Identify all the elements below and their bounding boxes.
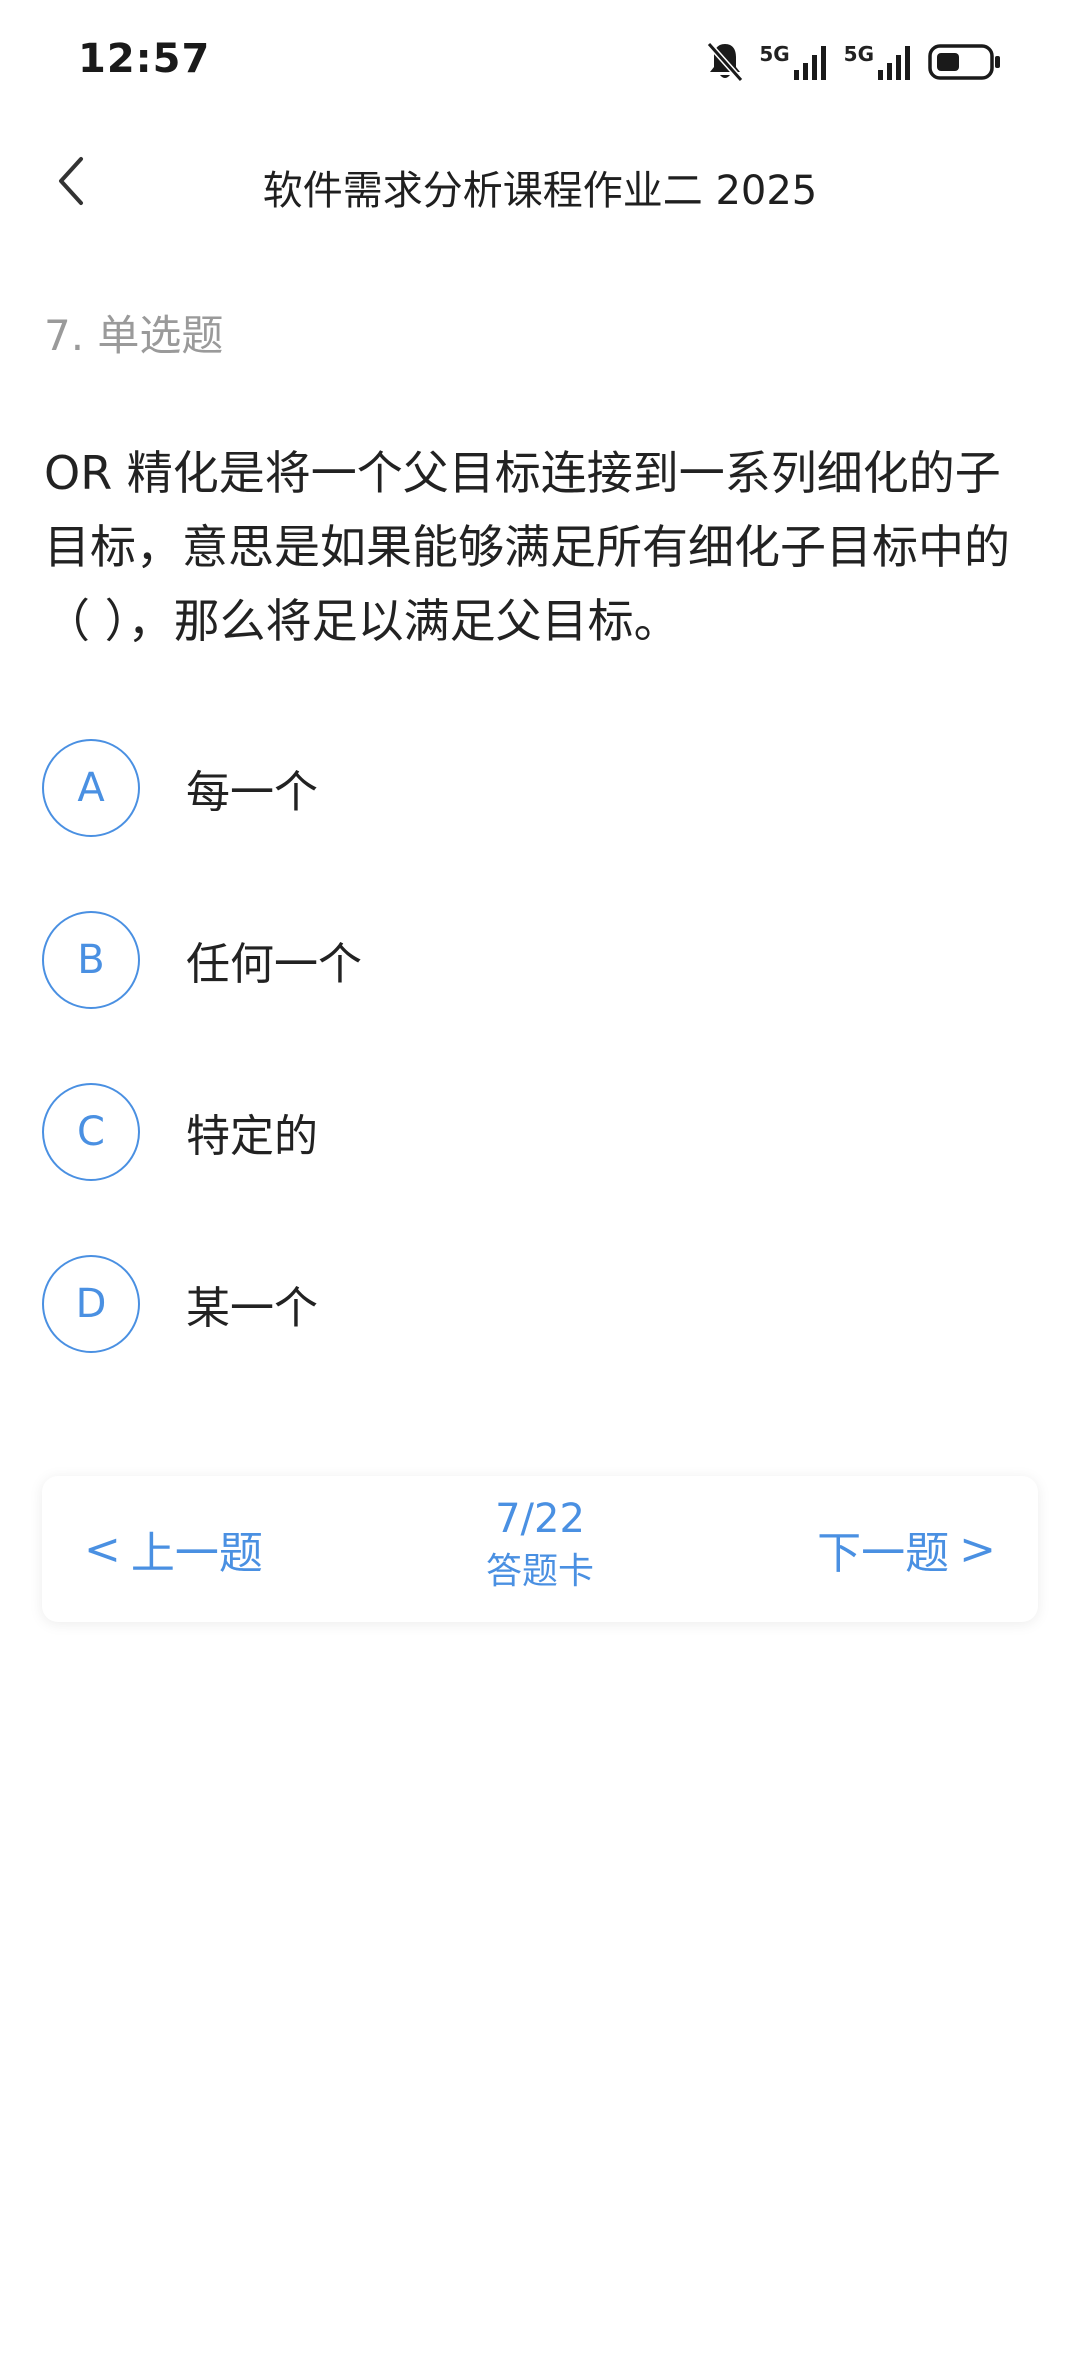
option-text: 任何一个 (186, 939, 362, 990)
question-navigation-card: < 上一题 7/22 答题卡 下一题 > (42, 1476, 1038, 1622)
question-type-label: 7. 单选题 (44, 311, 224, 360)
5g-signal-icon: 5G (759, 44, 829, 80)
status-time: 12:57 (78, 36, 211, 82)
page-title: 软件需求分析课程作业二 2025 (262, 168, 818, 214)
option-c[interactable]: C 特定的 (42, 1082, 1038, 1182)
quiz-page: 12:57 5G 5G 软件需求分析课程作业二 2025 7. 单选题 OR 精… (0, 0, 1080, 2372)
status-bar: 12:57 5G 5G (0, 0, 1080, 126)
network-label: 5G (759, 42, 790, 66)
option-letter: D (42, 1255, 140, 1353)
option-text: 特定的 (186, 1111, 318, 1162)
chevron-right-icon: > (959, 1523, 996, 1575)
status-icons: 5G 5G (705, 38, 1002, 86)
option-text: 某一个 (186, 1283, 318, 1334)
option-a[interactable]: A 每一个 (42, 738, 1038, 838)
option-b[interactable]: B 任何一个 (42, 910, 1038, 1010)
option-d[interactable]: D 某一个 (42, 1254, 1038, 1354)
bell-muted-icon (705, 40, 745, 84)
option-letter: C (42, 1083, 140, 1181)
battery-icon (928, 42, 1002, 82)
next-question-button[interactable]: 下一题 > (817, 1476, 996, 1622)
5g-signal-icon: 5G (844, 44, 914, 80)
network-label: 5G (843, 42, 874, 66)
question-text: OR 精化是将一个父目标连接到一系列细化的子目标，意思是如果能够满足所有细化子目… (44, 446, 1010, 648)
option-letter: B (42, 911, 140, 1009)
app-header: 软件需求分析课程作业二 2025 (0, 126, 1080, 236)
option-text: 每一个 (186, 767, 318, 818)
option-letter: A (42, 739, 140, 837)
next-question-label: 下一题 (817, 1528, 950, 1579)
